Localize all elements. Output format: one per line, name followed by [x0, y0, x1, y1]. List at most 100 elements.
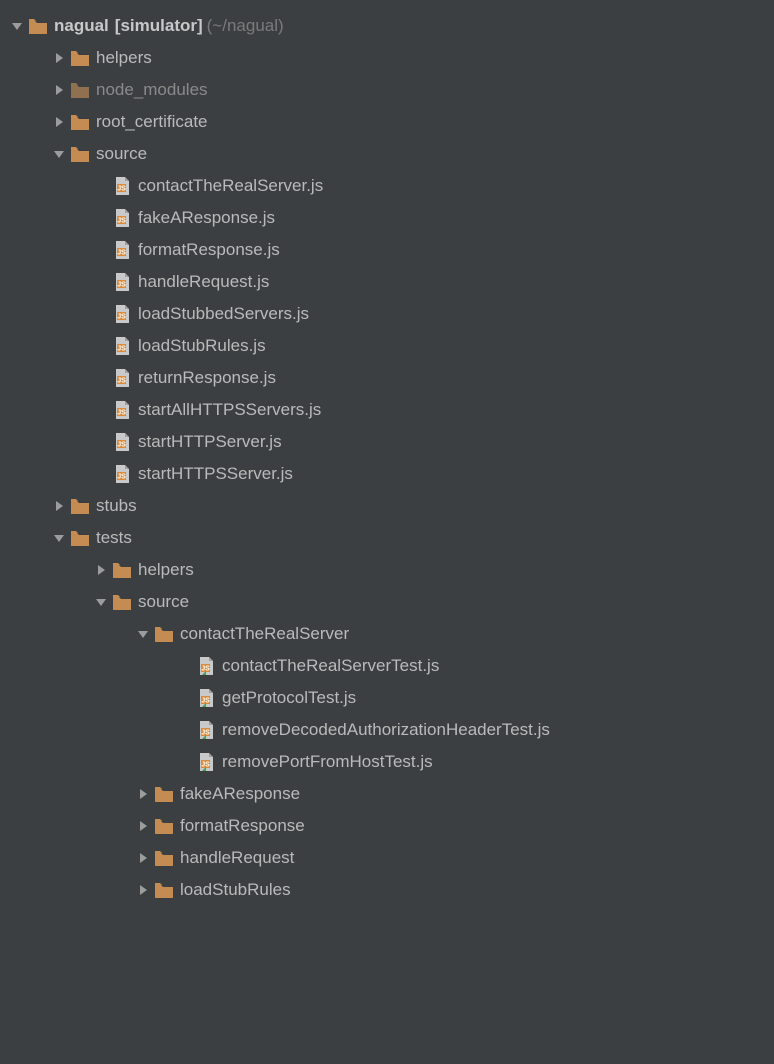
file-label: returnResponse.js	[138, 368, 276, 388]
folder-label: handleRequest	[180, 848, 294, 868]
file-label: contactTheRealServer.js	[138, 176, 323, 196]
folder-icon	[70, 48, 90, 68]
svg-text:JS: JS	[117, 314, 126, 321]
tree-row-file[interactable]: JS fakeAResponse.js	[0, 202, 774, 234]
tree-row-file[interactable]: JS startAllHTTPSServers.js	[0, 394, 774, 426]
chevron-right-icon[interactable]	[48, 495, 70, 517]
tree-row-folder[interactable]: fakeAResponse	[0, 778, 774, 810]
svg-text:JS: JS	[117, 442, 126, 449]
tree-row-tests-helpers[interactable]: helpers	[0, 554, 774, 586]
js-file-icon: JS	[112, 464, 132, 484]
js-file-icon: JS	[112, 272, 132, 292]
js-file-icon: JS	[112, 400, 132, 420]
root-name: nagual	[54, 16, 109, 36]
tree-row-file[interactable]: JS loadStubRules.js	[0, 330, 774, 362]
js-file-icon: JS	[112, 336, 132, 356]
root-bracket: [simulator]	[115, 16, 203, 36]
svg-text:JS: JS	[117, 410, 126, 417]
chevron-down-icon[interactable]	[48, 143, 70, 165]
file-label: startHTTPSServer.js	[138, 464, 293, 484]
folder-icon	[154, 880, 174, 900]
tree-row-file[interactable]: JS contactTheRealServerTest.js	[0, 650, 774, 682]
file-label: removePortFromHostTest.js	[222, 752, 433, 772]
js-file-icon: JS	[112, 176, 132, 196]
tree-row-file[interactable]: JS startHTTPSServer.js	[0, 458, 774, 490]
chevron-right-icon[interactable]	[132, 815, 154, 837]
file-label: startAllHTTPSServers.js	[138, 400, 321, 420]
tree-row-source[interactable]: source	[0, 138, 774, 170]
tree-row-helpers[interactable]: helpers	[0, 42, 774, 74]
chevron-down-icon[interactable]	[90, 591, 112, 613]
tree-row-file[interactable]: JS getProtocolTest.js	[0, 682, 774, 714]
file-label: loadStubbedServers.js	[138, 304, 309, 324]
js-file-icon: JS	[112, 368, 132, 388]
chevron-right-icon[interactable]	[90, 559, 112, 581]
svg-text:JS: JS	[117, 186, 126, 193]
chevron-down-icon[interactable]	[48, 527, 70, 549]
js-test-file-icon: JS	[196, 656, 216, 676]
folder-label: tests	[96, 528, 132, 548]
chevron-right-icon[interactable]	[48, 79, 70, 101]
tree-row-contact-the-real-server[interactable]: contactTheRealServer	[0, 618, 774, 650]
file-label: removeDecodedAuthorizationHeaderTest.js	[222, 720, 550, 740]
chevron-right-icon[interactable]	[132, 783, 154, 805]
svg-text:JS: JS	[117, 474, 126, 481]
tree-row-tests-source[interactable]: source	[0, 586, 774, 618]
tree-row-folder[interactable]: formatResponse	[0, 810, 774, 842]
folder-icon	[70, 528, 90, 548]
tree-row-tests[interactable]: tests	[0, 522, 774, 554]
tree-row-file[interactable]: JS loadStubbedServers.js	[0, 298, 774, 330]
svg-text:JS: JS	[117, 250, 126, 257]
folder-label: formatResponse	[180, 816, 305, 836]
js-test-file-icon: JS	[196, 752, 216, 772]
js-file-icon: JS	[112, 304, 132, 324]
chevron-right-icon[interactable]	[132, 879, 154, 901]
root-path: (~/nagual)	[207, 16, 284, 36]
js-file-icon: JS	[112, 432, 132, 452]
folder-icon	[70, 144, 90, 164]
js-test-file-icon: JS	[196, 688, 216, 708]
tree-row-file[interactable]: JS removeDecodedAuthorizationHeaderTest.…	[0, 714, 774, 746]
tree-row-file[interactable]: JS returnResponse.js	[0, 362, 774, 394]
folder-icon	[70, 112, 90, 132]
tree-row-file[interactable]: JS startHTTPServer.js	[0, 426, 774, 458]
tree-row-folder[interactable]: handleRequest	[0, 842, 774, 874]
file-label: contactTheRealServerTest.js	[222, 656, 439, 676]
tree-row-file[interactable]: JS handleRequest.js	[0, 266, 774, 298]
tree-row-file[interactable]: JS formatResponse.js	[0, 234, 774, 266]
folder-label: fakeAResponse	[180, 784, 300, 804]
tree-row-stubs[interactable]: stubs	[0, 490, 774, 522]
chevron-down-icon[interactable]	[6, 15, 28, 37]
tree-row-file[interactable]: JS removePortFromHostTest.js	[0, 746, 774, 778]
folder-icon	[154, 784, 174, 804]
folder-label: loadStubRules	[180, 880, 291, 900]
folder-icon	[28, 16, 48, 36]
folder-label: helpers	[138, 560, 194, 580]
folder-icon	[154, 816, 174, 836]
file-label: getProtocolTest.js	[222, 688, 356, 708]
tree-row-folder[interactable]: loadStubRules	[0, 874, 774, 906]
chevron-right-icon[interactable]	[132, 847, 154, 869]
folder-label: root_certificate	[96, 112, 208, 132]
tree-row-root-certificate[interactable]: root_certificate	[0, 106, 774, 138]
tree-row-node-modules[interactable]: node_modules	[0, 74, 774, 106]
tree-row-file[interactable]: JS contactTheRealServer.js	[0, 170, 774, 202]
file-label: fakeAResponse.js	[138, 208, 275, 228]
chevron-down-icon[interactable]	[132, 623, 154, 645]
svg-text:JS: JS	[117, 282, 126, 289]
folder-label: helpers	[96, 48, 152, 68]
chevron-right-icon[interactable]	[48, 111, 70, 133]
folder-label: stubs	[96, 496, 137, 516]
project-tree: nagual [simulator] (~/nagual) helpers no…	[0, 0, 774, 906]
tree-row-root[interactable]: nagual [simulator] (~/nagual)	[0, 10, 774, 42]
chevron-right-icon[interactable]	[48, 47, 70, 69]
svg-text:JS: JS	[117, 378, 126, 385]
file-label: handleRequest.js	[138, 272, 269, 292]
folder-label: node_modules	[96, 80, 208, 100]
file-label: loadStubRules.js	[138, 336, 266, 356]
folder-icon	[70, 496, 90, 516]
folder-icon	[154, 848, 174, 868]
folder-label: source	[96, 144, 147, 164]
js-file-icon: JS	[112, 208, 132, 228]
svg-text:JS: JS	[117, 346, 126, 353]
